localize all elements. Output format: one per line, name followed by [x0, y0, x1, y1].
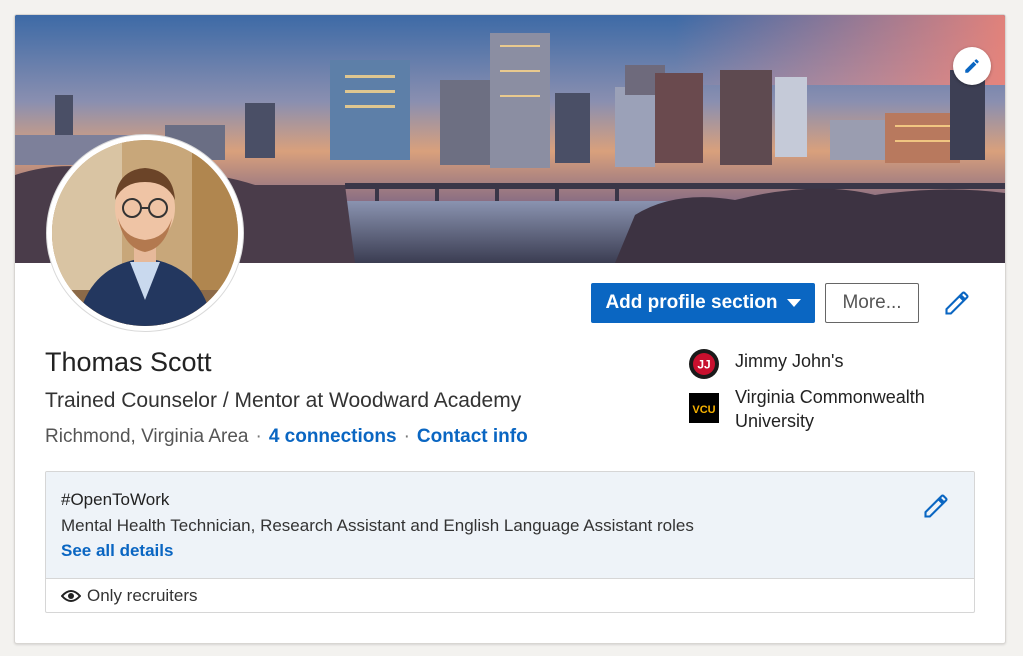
visibility-setting: Only recruiters — [61, 586, 198, 606]
add-profile-section-label: Add profile section — [605, 292, 778, 313]
open-to-work-card: #OpenToWork Mental Health Technician, Re… — [45, 471, 975, 613]
education-name-line2: University — [735, 411, 815, 431]
location-text: Richmond, Virginia Area — [45, 426, 249, 447]
separator: · — [403, 426, 410, 447]
edit-intro-button[interactable] — [943, 289, 975, 319]
profile-photo[interactable] — [47, 135, 243, 331]
svg-text:VCU: VCU — [692, 404, 715, 416]
see-all-details-link[interactable]: See all details — [61, 541, 173, 561]
connections-link[interactable]: 4 connections — [269, 426, 397, 447]
avatar — [52, 140, 238, 326]
education-item-vcu[interactable]: VCU Virginia Commonwealth University — [689, 385, 925, 433]
add-profile-section-button[interactable]: Add profile section — [591, 283, 815, 323]
profile-headline: Trained Counselor / Mentor at Woodward A… — [45, 389, 522, 412]
education-name-line1: Virginia Commonwealth — [735, 387, 925, 407]
profile-name: Thomas Scott — [45, 347, 212, 377]
separator: · — [255, 426, 262, 447]
pencil-icon — [965, 59, 979, 73]
location-line: Richmond, Virginia Area · 4 connections · Co… — [45, 426, 528, 448]
open-to-work-roles: Mental Health Technician, Research Assis… — [61, 516, 694, 535]
more-button[interactable]: More... — [825, 283, 919, 323]
open-to-work-details: #OpenToWork Mental Health Technician, Re… — [46, 472, 974, 579]
open-to-work-title: #OpenToWork — [61, 490, 170, 509]
edit-cover-button[interactable] — [953, 47, 991, 85]
pencil-icon — [945, 291, 969, 315]
contact-info-link[interactable]: Contact info — [417, 426, 528, 447]
edit-open-to-work-button[interactable] — [922, 492, 952, 522]
profile-intro-card: Add profile section More... Thomas Scott… — [14, 14, 1006, 644]
caret-down-icon — [786, 299, 801, 307]
more-label: More... — [842, 292, 902, 313]
visibility-label: Only recruiters — [87, 586, 198, 605]
experience-name: Jimmy John's — [735, 351, 844, 371]
vcu-logo: VCU — [689, 393, 719, 423]
svg-text:JJ: JJ — [697, 358, 710, 372]
eye-icon — [61, 590, 81, 602]
pencil-icon — [924, 494, 948, 518]
experience-item-jimmy-johns[interactable]: JJ Jimmy John's — [689, 349, 843, 379]
education-name: Virginia Commonwealth University — [735, 385, 925, 433]
jimmy-johns-logo: JJ — [689, 349, 719, 379]
